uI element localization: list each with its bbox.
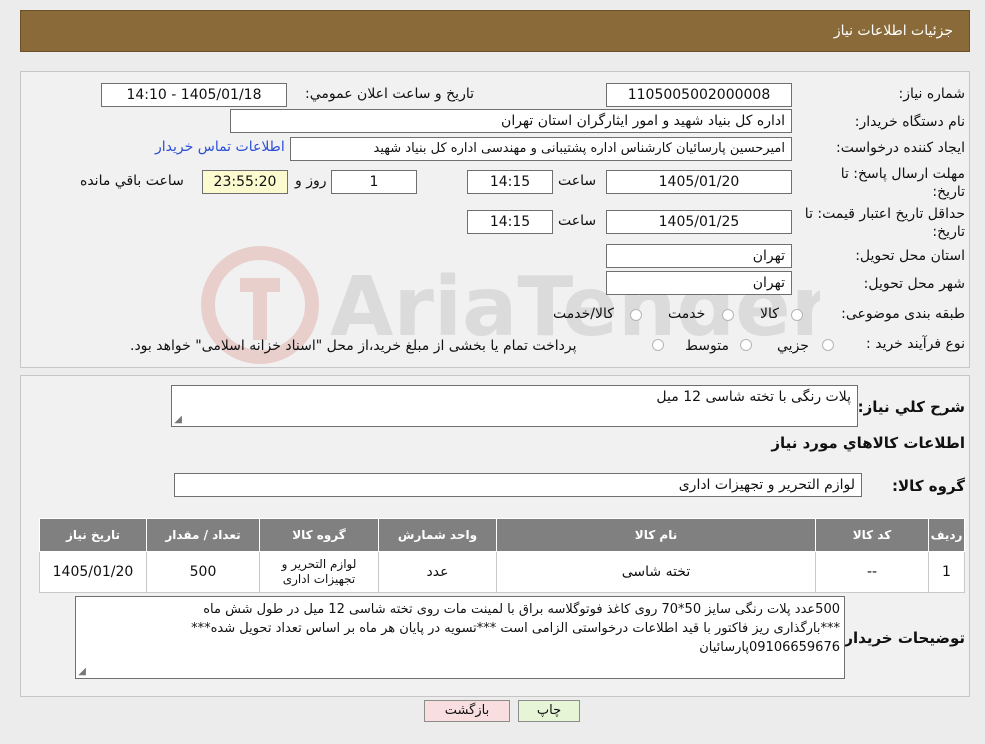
- summary-label: شرح کلي نياز:: [857, 398, 965, 416]
- summary-text: پلات رنگی با تخته شاسی 12 میل: [656, 389, 851, 405]
- category-service-label: خدمت: [668, 306, 706, 322]
- cell-code: --: [815, 551, 929, 593]
- treasury-note: پرداخت تمام یا بخشی از مبلغ خرید،از محل …: [130, 338, 577, 354]
- page-header: جزئیات اطلاعات نیاز: [20, 10, 970, 52]
- deadline-label-line1: مهلت ارسال پاسخ: تا: [840, 166, 965, 182]
- summary-textarea[interactable]: پلات رنگی با تخته شاسی 12 میل ◢: [171, 385, 858, 427]
- deadline-label-line2: تاریخ:: [932, 184, 965, 200]
- purchase-minor-label: جزیي: [777, 338, 809, 354]
- announce-datetime-field: 1405/01/18 - 14:10: [101, 83, 287, 107]
- cell-name: تخته شاسی: [496, 551, 816, 593]
- requester-label: ایجاد کننده درخواست:: [836, 140, 965, 156]
- need-number-field: 1105005002000008: [606, 83, 792, 107]
- col-row-header: ردیف: [928, 518, 965, 552]
- resize-handle-icon[interactable]: ◢: [78, 667, 86, 677]
- province-label: استان محل تحویل:: [855, 248, 965, 264]
- buyer-notes-label: توضیحات خریدار:: [838, 629, 965, 647]
- day-and-label: روز و: [295, 173, 327, 189]
- category-goods-service-label: کالا/خدمت: [553, 306, 614, 322]
- remaining-label: ساعت باقي مانده: [80, 173, 184, 189]
- validity-date-field: 1405/01/25: [606, 210, 792, 234]
- remaining-days-field: 1: [331, 170, 417, 194]
- remaining-time-field: 23:55:20: [202, 170, 288, 194]
- purchase-medium-label: متوسط: [685, 338, 729, 354]
- category-goods-service-radio[interactable]: [630, 309, 642, 321]
- buyer-org-label: نام دستگاه خريدار:: [854, 114, 965, 130]
- cell-unit: عدد: [378, 551, 497, 593]
- purchase-minor-radio[interactable]: [822, 339, 834, 351]
- col-qty-header: تعداد / مقدار: [146, 518, 260, 552]
- deadline-date-field: 1405/01/20: [606, 170, 792, 194]
- buyer-contact-link[interactable]: اطلاعات تماس خریدار: [155, 139, 285, 155]
- validity-label-line1: حداقل تاريخ اعتبار قيمت: تا: [804, 206, 965, 222]
- need-number-label: شماره نیاز:: [898, 86, 966, 102]
- treasury-bonds-radio[interactable]: [652, 339, 664, 351]
- category-goods-label: کالا: [760, 306, 779, 322]
- goods-info-heading: اطلاعات کالاهاي مورد نياز: [771, 434, 965, 452]
- col-unit-header: واحد شمارش: [378, 518, 497, 552]
- city-label: شهر محل تحویل:: [863, 276, 965, 292]
- cell-date: 1405/01/20: [39, 551, 147, 593]
- col-name-header: نام کالا: [496, 518, 816, 552]
- city-field: تهران: [606, 271, 792, 295]
- goods-group-label: گروه کالا:: [892, 477, 965, 495]
- requester-field: امیرحسین پارسائیان کارشناس اداره پشتیبان…: [290, 137, 792, 161]
- announce-datetime-label: تاریخ و ساعت اعلان عمومي:: [305, 86, 474, 102]
- cell-group: لوازم التحریر و تجهیزات اداری: [259, 551, 379, 593]
- deadline-time-field: 14:15: [467, 170, 553, 194]
- buyer-notes-line1: 500عدد پلات رنگی سایز 50*70 روی کاغذ فوت…: [203, 602, 840, 617]
- cell-qty: 500: [146, 551, 260, 593]
- col-group-header: گروه کالا: [259, 518, 379, 552]
- buyer-org-field: اداره کل بنیاد شهید و امور ایثارگران است…: [230, 109, 792, 133]
- col-date-header: تاریخ نیاز: [39, 518, 147, 552]
- validity-label-line2: تاريخ:: [932, 224, 965, 240]
- items-table: ردیف کد کالا نام کالا واحد شمارش گروه کا…: [39, 518, 965, 593]
- page-title: جزئیات اطلاعات نیاز: [833, 23, 953, 39]
- table-header-row: ردیف کد کالا نام کالا واحد شمارش گروه کا…: [39, 518, 965, 552]
- category-label: طبقه بندی موضوعی:: [841, 306, 965, 322]
- deadline-hour-label: ساعت: [558, 173, 597, 189]
- purchase-medium-radio[interactable]: [740, 339, 752, 351]
- buyer-notes-line3: 09106659676پارسائیان: [699, 640, 840, 655]
- cell-row: 1: [928, 551, 965, 593]
- resize-handle-icon[interactable]: ◢: [174, 415, 182, 425]
- category-goods-radio[interactable]: [791, 309, 803, 321]
- category-service-radio[interactable]: [722, 309, 734, 321]
- print-button[interactable]: چاپ: [518, 700, 580, 722]
- province-field: تهران: [606, 244, 792, 268]
- buyer-notes-textarea[interactable]: 500عدد پلات رنگی سایز 50*70 روی کاغذ فوت…: [75, 596, 845, 679]
- validity-hour-label: ساعت: [558, 213, 597, 229]
- validity-time-field: 14:15: [467, 210, 553, 234]
- purchase-type-label: نوع فرآیند خرید :: [866, 336, 965, 352]
- table-row: 1 -- تخته شاسی عدد لوازم التحریر و تجهیز…: [39, 551, 965, 593]
- goods-group-field: لوازم التحریر و تجهیزات اداری: [174, 473, 862, 497]
- buyer-notes-line2: ***بارگذاری ریز فاکتور با قید اطلاعات در…: [191, 621, 840, 636]
- col-code-header: کد کالا: [815, 518, 929, 552]
- back-button[interactable]: بازگشت: [424, 700, 510, 722]
